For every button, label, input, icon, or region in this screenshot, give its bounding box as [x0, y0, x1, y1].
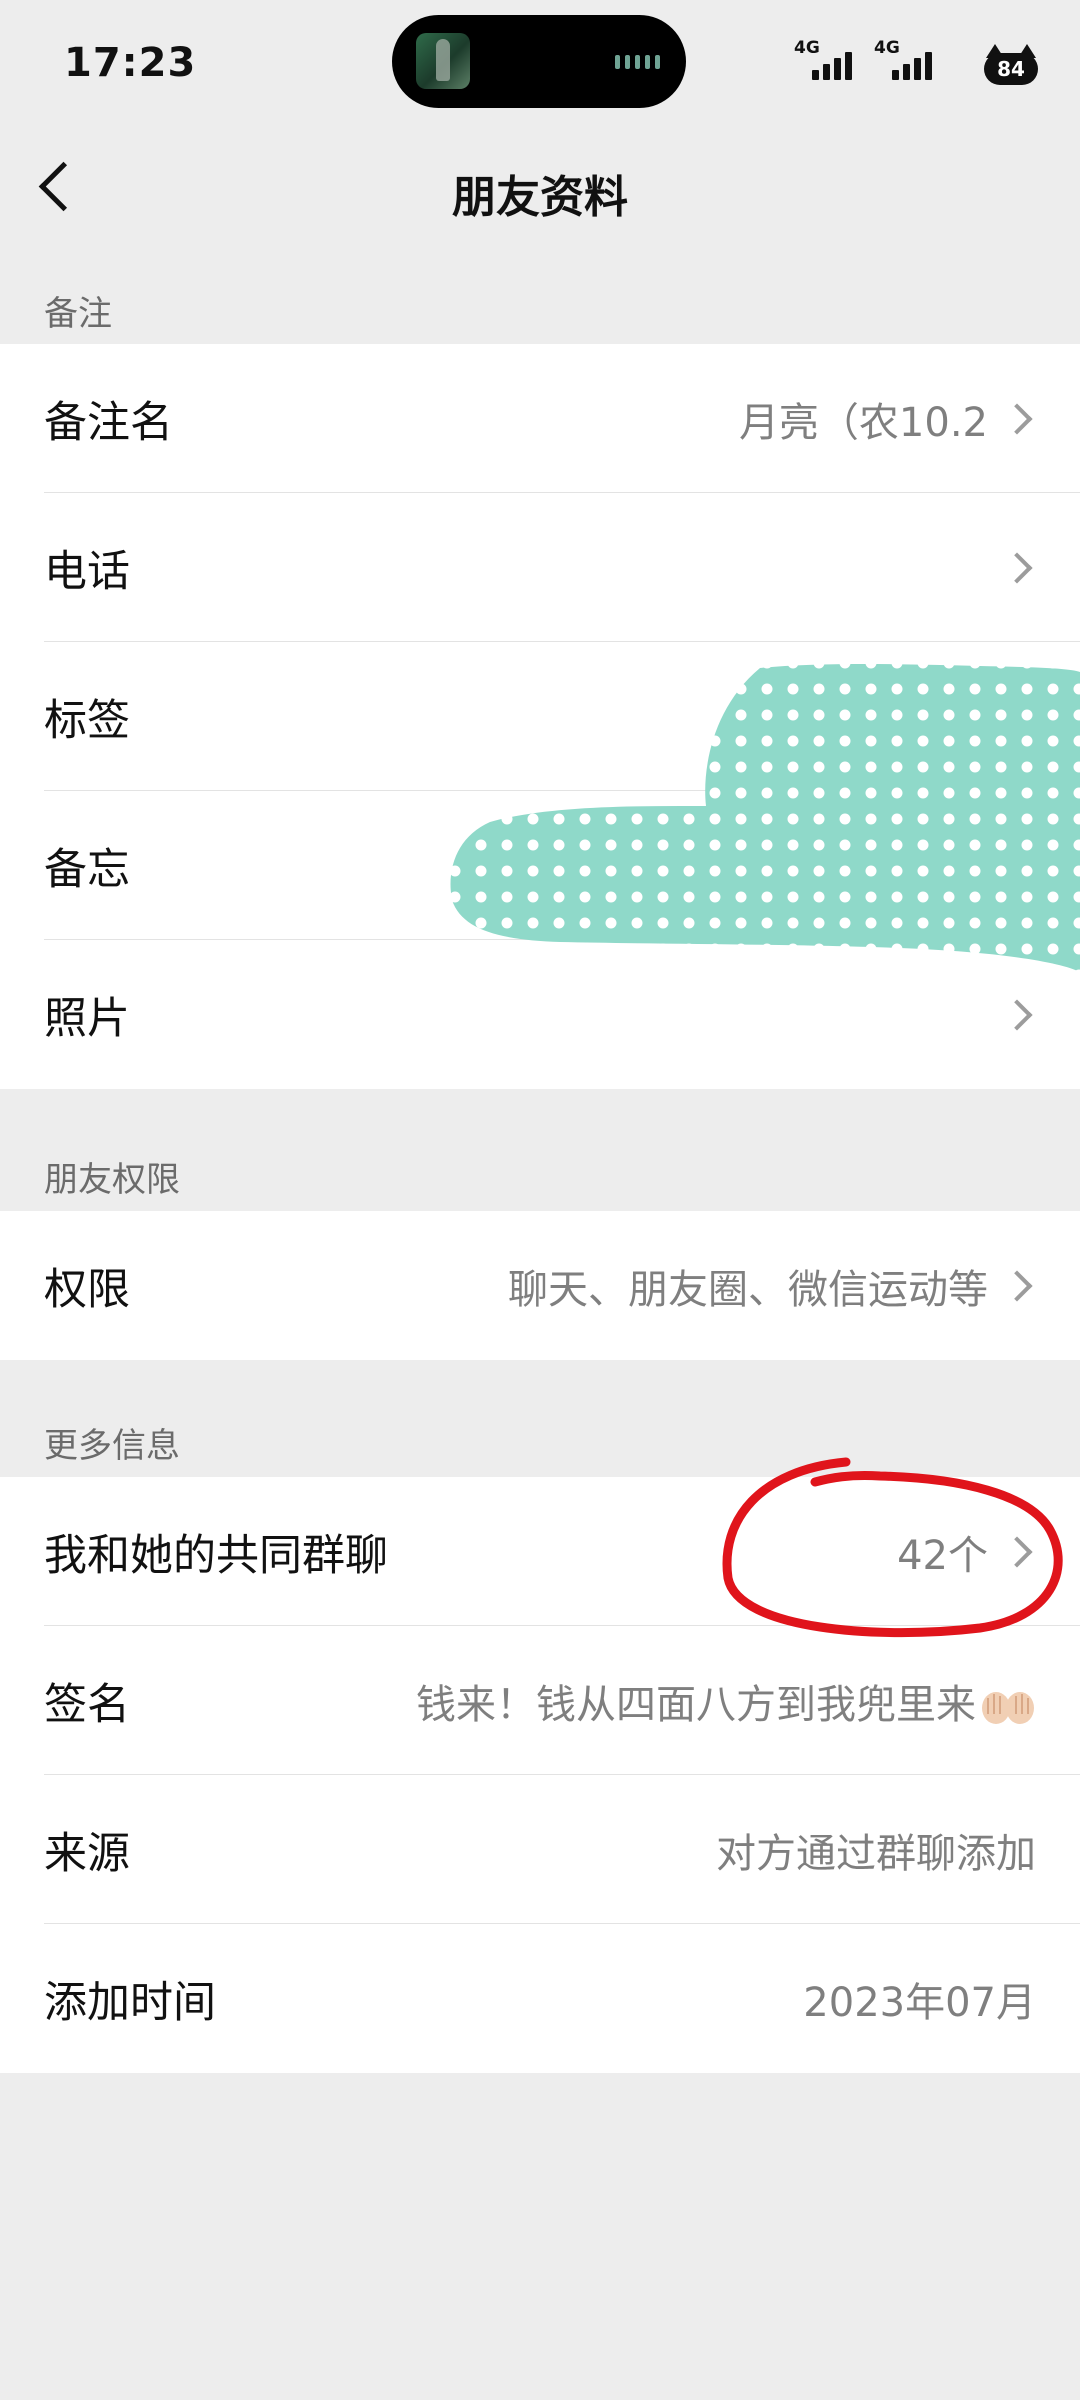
- red-circle-annotation: [722, 1457, 1063, 1638]
